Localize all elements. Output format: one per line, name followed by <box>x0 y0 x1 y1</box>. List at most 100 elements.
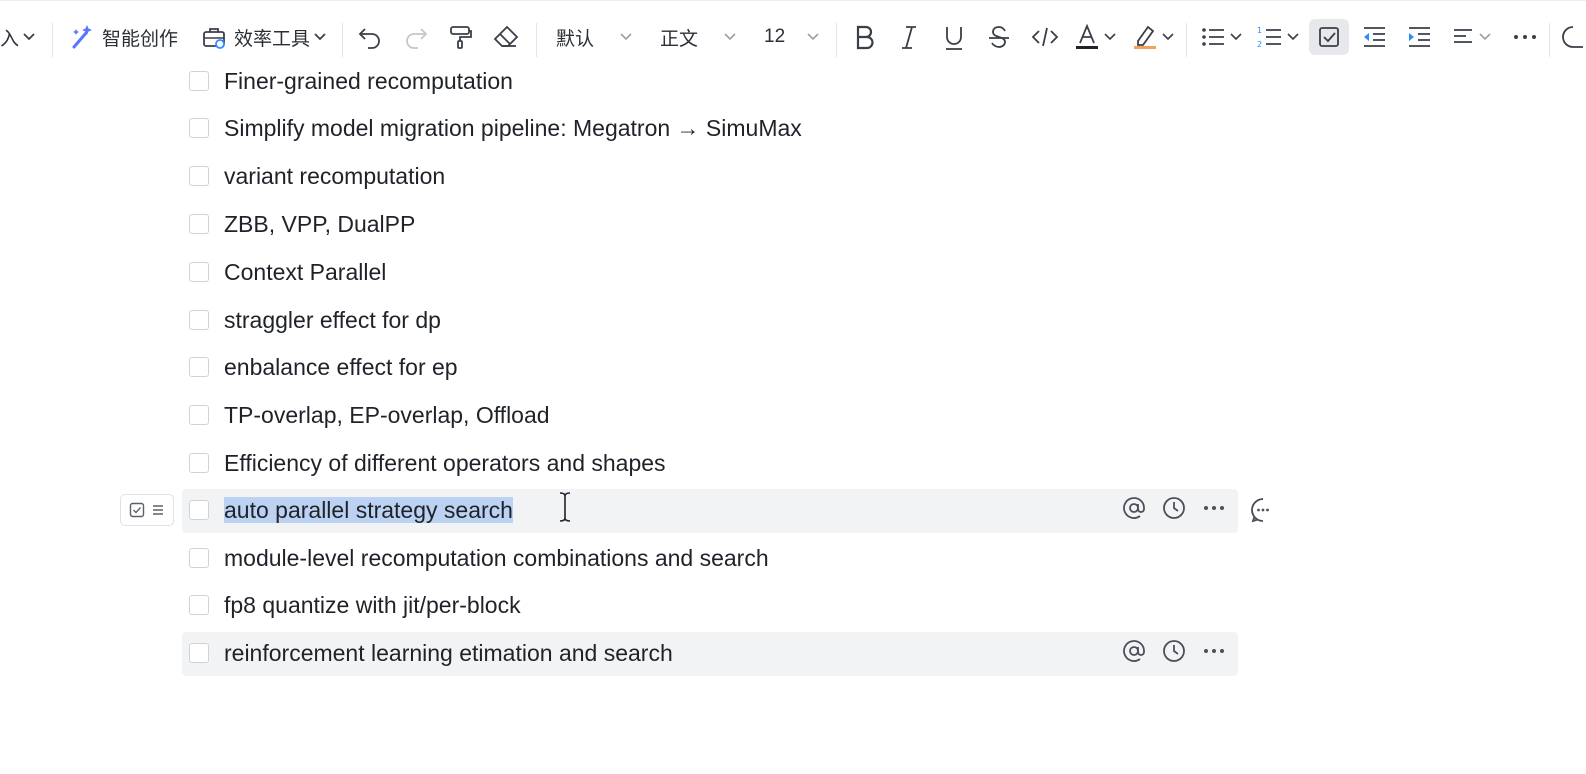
task-text[interactable]: Efficiency of different operators and sh… <box>224 447 666 479</box>
clock-icon[interactable] <box>1162 639 1186 663</box>
more-icon <box>1514 35 1536 39</box>
eraser-icon <box>493 25 519 47</box>
task-item: variant recomputation <box>0 156 1586 200</box>
add-comment-button[interactable] <box>1250 497 1276 528</box>
task-text[interactable]: auto parallel strategy search <box>224 494 513 526</box>
ai-create-button[interactable]: 智能创作 <box>68 19 178 55</box>
format-painter-button[interactable] <box>447 19 475 55</box>
font-family-value: 默认 <box>556 28 595 50</box>
task-item-hover: reinforcement learning etimation and sea… <box>0 632 1586 677</box>
toolbar-divider <box>836 23 837 57</box>
task-text[interactable]: ZBB, VPP, DualPP <box>224 208 415 240</box>
task-text[interactable]: fp8 quantize with jit/per-block <box>224 589 521 621</box>
indent-button[interactable] <box>1406 19 1432 55</box>
task-checkbox[interactable] <box>189 595 209 615</box>
mention-icon[interactable] <box>1122 639 1146 663</box>
bullet-list-icon <box>1202 28 1224 46</box>
drag-handle-icon <box>153 505 163 515</box>
task-text[interactable]: module-level recomputation combinations … <box>224 542 769 574</box>
bold-button[interactable] <box>852 19 878 55</box>
underline-button[interactable] <box>941 19 967 55</box>
toolbox-icon <box>203 28 225 49</box>
indent-icon <box>1409 27 1430 47</box>
chevron-down-icon <box>1104 33 1116 41</box>
paragraph-style-value: 正文 <box>660 28 699 50</box>
ai-create-label: 智能创作 <box>102 28 179 50</box>
task-text[interactable]: Finer-grained recomputation <box>224 65 513 97</box>
task-checkbox[interactable] <box>189 500 209 520</box>
toolbar-divider <box>536 23 537 57</box>
strikethrough-button[interactable] <box>986 19 1012 55</box>
align-button[interactable] <box>1451 19 1491 55</box>
mention-icon[interactable] <box>1122 496 1146 520</box>
task-checkbox[interactable] <box>189 357 209 377</box>
task-item-active: auto parallel strategy search <box>0 489 1586 534</box>
chevron-down-icon <box>1230 33 1242 41</box>
task-checkbox[interactable] <box>189 166 209 186</box>
bullet-list-button[interactable] <box>1200 19 1242 55</box>
font-color-icon <box>1076 23 1098 49</box>
outdent-button[interactable] <box>1361 19 1387 55</box>
clear-format-button[interactable] <box>492 19 520 55</box>
strikethrough-icon <box>989 26 1009 48</box>
task-block-icon <box>129 502 145 518</box>
undo-button[interactable] <box>356 19 384 55</box>
task-checkbox[interactable] <box>189 310 209 330</box>
clock-icon[interactable] <box>1162 496 1186 520</box>
task-checkbox[interactable] <box>189 405 209 425</box>
task-list-button[interactable] <box>1309 19 1349 55</box>
font-color-button[interactable] <box>1074 19 1116 55</box>
format-painter-icon <box>450 26 472 49</box>
task-text[interactable]: variant recomputation <box>224 160 445 192</box>
task-checkbox[interactable] <box>189 118 209 138</box>
ordered-list-button[interactable]: 12 <box>1257 19 1299 55</box>
toolbar-divider <box>52 23 53 57</box>
font-size-select[interactable]: 12 <box>764 19 819 55</box>
task-checkbox[interactable] <box>189 548 209 568</box>
chevron-down-icon <box>314 33 326 41</box>
chevron-down-icon <box>1287 33 1299 41</box>
highlight-icon <box>1134 25 1156 49</box>
task-text[interactable]: straggler effect for dp <box>224 304 441 336</box>
more-button[interactable] <box>1512 19 1538 55</box>
more-icon[interactable] <box>1202 496 1226 520</box>
toolbar-divider <box>1549 23 1550 57</box>
task-item: Efficiency of different operators and sh… <box>0 443 1586 487</box>
task-text[interactable]: TP-overlap, EP-overlap, Offload <box>224 399 550 431</box>
code-icon <box>1031 27 1059 47</box>
block-handle[interactable] <box>120 494 174 526</box>
row-actions <box>1122 496 1226 520</box>
align-icon <box>1454 29 1472 43</box>
efficiency-tools-menu[interactable]: 效率工具 <box>200 19 326 55</box>
task-item: straggler effect for dp <box>0 300 1586 344</box>
inline-code-button[interactable] <box>1031 19 1059 55</box>
task-item: fp8 quantize with jit/per-block <box>0 585 1586 629</box>
redo-button[interactable] <box>402 19 430 55</box>
italic-button[interactable] <box>896 19 922 55</box>
task-checkbox[interactable] <box>189 214 209 234</box>
task-checkbox[interactable] <box>189 453 209 473</box>
task-list-icon <box>1319 27 1339 47</box>
underline-icon <box>946 27 962 50</box>
task-text[interactable]: enbalance effect for ep <box>224 351 458 383</box>
task-text[interactable]: reinforcement learning etimation and sea… <box>224 637 673 669</box>
insert-menu[interactable]: 插入 <box>0 19 35 55</box>
task-text[interactable]: Simplify model migration pipeline: Megat… <box>224 112 802 144</box>
task-text[interactable]: Context Parallel <box>224 256 386 288</box>
chevron-down-icon <box>807 33 819 41</box>
task-item: Context Parallel <box>0 252 1586 296</box>
paragraph-style-select[interactable]: 正文 <box>660 19 736 55</box>
font-family-select[interactable]: 默认 <box>556 19 632 55</box>
redo-icon <box>406 28 428 49</box>
comment-toolbar-button[interactable] <box>1560 19 1586 55</box>
task-checkbox[interactable] <box>189 71 209 91</box>
more-icon[interactable] <box>1202 639 1226 663</box>
task-checkbox[interactable] <box>189 643 209 663</box>
task-checkbox[interactable] <box>189 262 209 282</box>
svg-text:2: 2 <box>1257 40 1262 49</box>
highlight-button[interactable] <box>1132 19 1174 55</box>
comment-icon <box>1562 26 1583 48</box>
text-cursor-icon <box>558 492 572 527</box>
chevron-down-icon <box>620 33 632 41</box>
italic-icon <box>902 26 916 49</box>
